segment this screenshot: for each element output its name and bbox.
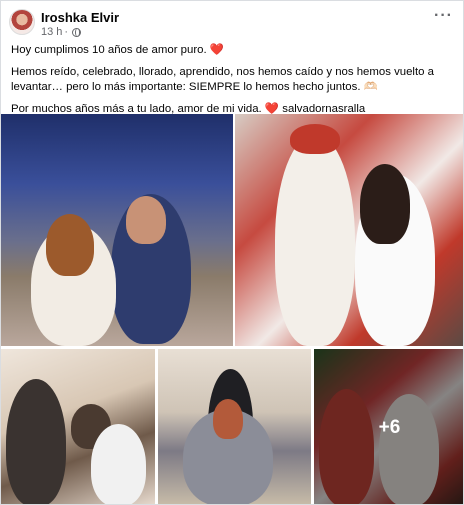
meta-separator: · [64, 26, 69, 38]
post-line-2: Hemos reído, celebrado, llorado, aprendi… [11, 65, 457, 95]
heart-emoji: ❤️ [209, 44, 224, 56]
post-card: Iroshka Elvir 13 h · ··· Hoy cumplimos 1… [0, 0, 464, 505]
post-time[interactable]: 13 h [41, 26, 62, 38]
post-text: Hoy cumplimos 10 años de amor puro. ❤️ H… [11, 43, 457, 124]
post-line-1-text: Hoy cumplimos 10 años de amor puro. [11, 44, 207, 56]
photo-4[interactable] [158, 349, 311, 504]
post-line-1: Hoy cumplimos 10 años de amor puro. ❤️ [11, 43, 457, 58]
more-options-button[interactable]: ··· [434, 8, 453, 24]
post-meta: 13 h · [41, 26, 82, 38]
post-header: Iroshka Elvir 13 h · ··· [9, 8, 455, 43]
globe-icon [72, 27, 82, 37]
avatar[interactable] [9, 9, 35, 35]
photo-2[interactable] [235, 114, 463, 346]
hands-emoji: 🫶🏻 [363, 81, 378, 93]
author-name[interactable]: Iroshka Elvir [41, 10, 119, 25]
photo-grid: +6 [1, 114, 463, 504]
more-photos-overlay[interactable]: +6 [314, 349, 463, 504]
photo-1[interactable] [1, 114, 233, 346]
more-photos-count: +6 [378, 416, 401, 438]
photo-5[interactable]: +6 [314, 349, 463, 504]
photo-3[interactable] [1, 349, 155, 504]
